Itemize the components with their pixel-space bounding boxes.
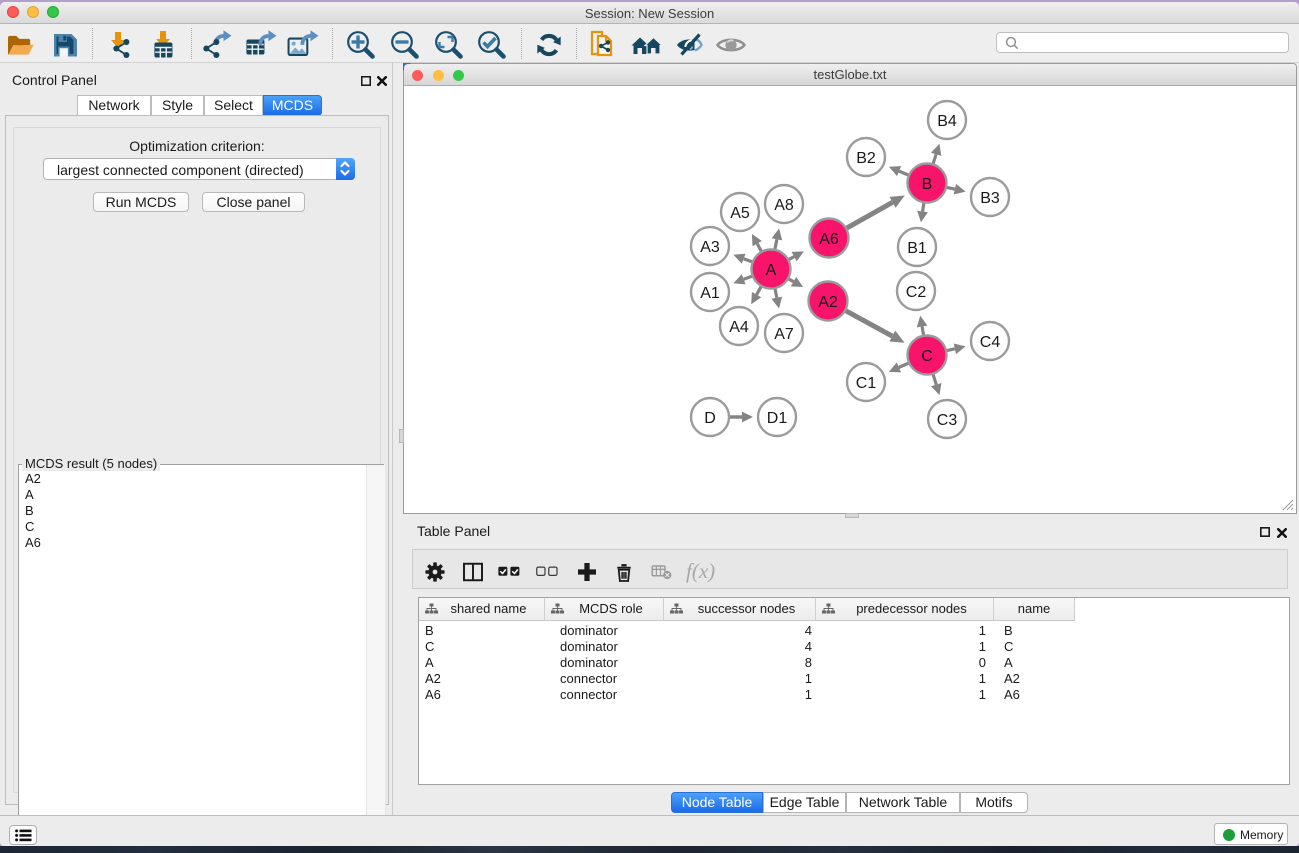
svg-text:B: B (922, 176, 933, 193)
svg-text:C: C (921, 348, 933, 365)
svg-text:A1: A1 (700, 285, 720, 302)
svg-text:A8: A8 (774, 197, 794, 214)
svg-text:B2: B2 (856, 150, 876, 167)
svg-text:D1: D1 (767, 410, 788, 427)
svg-text:C2: C2 (906, 284, 927, 301)
svg-text:D: D (704, 410, 716, 427)
svg-text:C4: C4 (980, 334, 1001, 351)
svg-text:C3: C3 (937, 412, 958, 429)
svg-text:C1: C1 (856, 375, 877, 392)
svg-text:A5: A5 (730, 205, 750, 222)
svg-text:B4: B4 (937, 113, 957, 130)
svg-text:A7: A7 (774, 326, 794, 343)
svg-text:A2: A2 (818, 294, 838, 311)
svg-text:A6: A6 (819, 231, 839, 248)
svg-text:B1: B1 (907, 240, 927, 257)
svg-text:A: A (766, 262, 777, 279)
svg-text:A3: A3 (700, 239, 720, 256)
svg-text:A4: A4 (729, 319, 749, 336)
svg-text:B3: B3 (980, 190, 1000, 207)
